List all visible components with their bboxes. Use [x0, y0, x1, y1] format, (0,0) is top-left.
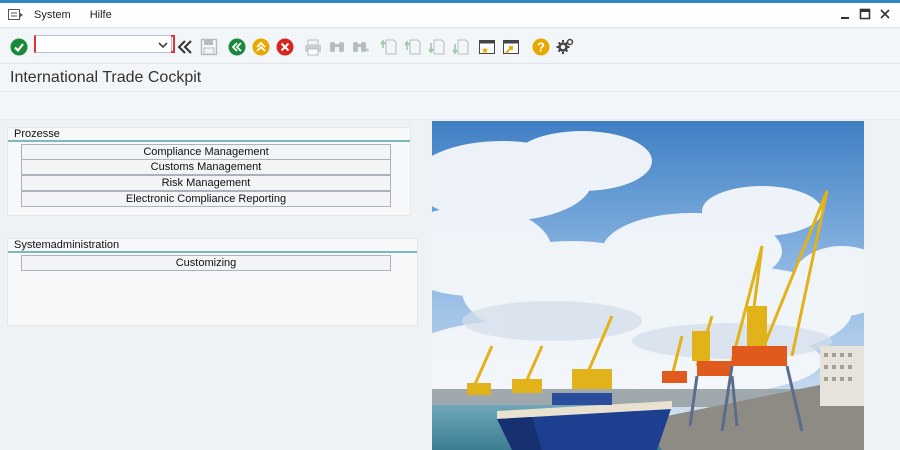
menu-item-hilfe[interactable]: Hilfe [90, 9, 112, 21]
back-icon[interactable] [228, 38, 246, 56]
save-icon [200, 38, 218, 56]
group-title-prozesse: Prozesse [14, 128, 60, 140]
svg-text:?: ? [537, 40, 545, 55]
menu-item-system[interactable]: System [34, 9, 71, 21]
print-icon [304, 38, 322, 56]
group-divider [8, 251, 417, 253]
compliance-management-button[interactable]: Compliance Management [21, 144, 391, 160]
command-field[interactable] [34, 35, 175, 53]
minimize-icon[interactable] [838, 7, 852, 21]
command-input[interactable] [38, 37, 150, 51]
create-session-icon[interactable] [478, 38, 496, 56]
shortcut-icon[interactable] [502, 38, 520, 56]
menu-icon[interactable] [8, 9, 24, 21]
group-title-systemadministration: Systemadministration [14, 239, 120, 251]
title-bar: International Trade Cockpit [0, 64, 900, 92]
menu-bar: System Hilfe [0, 3, 900, 28]
group-prozesse: Prozesse Compliance Management Customs M… [7, 127, 411, 216]
first-page-icon [380, 38, 398, 56]
exit-icon[interactable] [252, 38, 270, 56]
prev-page-icon [404, 38, 422, 56]
sub-toolbar [0, 92, 900, 120]
page-title: International Trade Cockpit [10, 69, 202, 86]
maximize-icon[interactable] [858, 7, 872, 21]
group-divider [8, 140, 410, 142]
next-page-icon [428, 38, 446, 56]
chevron-down-icon[interactable] [158, 39, 168, 49]
last-page-icon [452, 38, 470, 56]
find-next-icon [352, 38, 370, 56]
electronic-compliance-reporting-button[interactable]: Electronic Compliance Reporting [21, 191, 391, 207]
help-icon[interactable]: ? [532, 38, 550, 56]
back-double-icon[interactable] [176, 38, 194, 56]
customize-layout-icon[interactable] [556, 38, 574, 56]
cancel-icon[interactable] [276, 38, 294, 56]
customs-management-button[interactable]: Customs Management [21, 159, 391, 175]
find-icon [328, 38, 346, 56]
harbor-cranes-photo [432, 121, 864, 450]
enter-icon[interactable] [10, 38, 28, 56]
customizing-button[interactable]: Customizing [21, 255, 391, 271]
close-icon[interactable] [878, 7, 892, 21]
window-controls [838, 7, 892, 21]
risk-management-button[interactable]: Risk Management [21, 175, 391, 191]
group-systemadministration: Systemadministration Customizing [7, 238, 418, 326]
application-toolbar: ? [0, 29, 900, 64]
